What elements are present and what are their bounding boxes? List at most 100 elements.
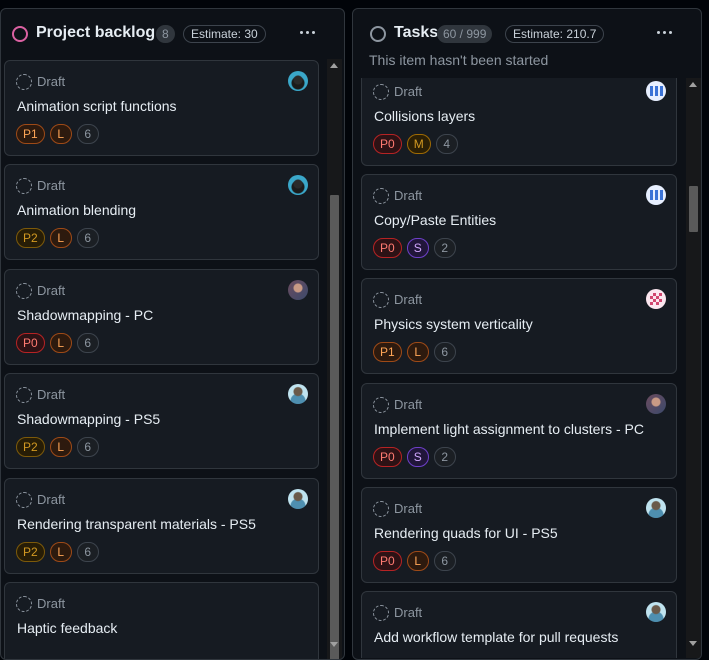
card-title[interactable]: Add workflow template for pull requests (374, 629, 618, 645)
card[interactable]: Draft Rendering quads for UI - PS5 P0 L 6 (361, 486, 677, 583)
estimate-label[interactable]: 4 (435, 134, 458, 154)
scrollbar-thumb[interactable] (330, 195, 339, 659)
priority-label[interactable]: P2 (16, 541, 45, 562)
assignee-avatar[interactable] (646, 81, 666, 101)
card[interactable]: Draft Animation script functions P1 L 6 (4, 60, 319, 156)
card[interactable]: Draft Collisions layers P0 M 4 (361, 78, 677, 166)
card-labels: P1 L 6 (16, 124, 99, 144)
draft-status-icon (16, 387, 32, 404)
draft-status-icon (373, 500, 389, 517)
scrollbar-thumb[interactable] (689, 186, 698, 232)
priority-label[interactable]: P0 (373, 134, 402, 154)
card[interactable]: Draft Shadowmapping - PC P0 L 6 (4, 268, 319, 365)
draft-status-icon (16, 596, 32, 612)
estimate-label[interactable]: 6 (76, 332, 99, 353)
scroll-up-arrow-icon[interactable] (330, 63, 338, 68)
scroll-down-arrow-icon[interactable] (330, 642, 338, 647)
estimate-label[interactable]: 6 (433, 342, 456, 363)
scrollbar[interactable] (686, 78, 701, 658)
column-header: Project backlog 8 Estimate: 30 (1, 9, 344, 59)
assignee-avatar[interactable] (646, 393, 666, 414)
card[interactable]: Draft Physics system verticality P1 L 6 (361, 278, 677, 375)
estimate-label[interactable]: 2 (433, 238, 456, 259)
draft-status-icon (16, 491, 32, 508)
card[interactable]: Draft Shadowmapping - PS5 P2 L 6 (4, 373, 319, 470)
card[interactable]: Draft Rendering transparent materials - P… (4, 477, 319, 574)
column-more-options-icon[interactable] (293, 22, 321, 42)
draft-status-icon (373, 84, 389, 100)
card[interactable]: Draft Copy/Paste Entities P0 S 2 (361, 174, 677, 271)
column-project-backlog: Project backlog 8 Estimate: 30 Draft Anim… (0, 8, 345, 660)
card-title[interactable]: Haptic feedback (17, 620, 117, 636)
draft-status-label: Draft (37, 491, 66, 507)
draft-status-icon (373, 188, 389, 205)
size-label[interactable]: L (406, 550, 429, 571)
size-label[interactable]: L (49, 541, 72, 562)
card-title[interactable]: Physics system verticality (374, 316, 533, 332)
assignee-avatar[interactable] (288, 488, 308, 509)
size-label[interactable]: L (49, 332, 72, 353)
draft-status-icon (16, 282, 32, 299)
priority-label[interactable]: P1 (16, 124, 45, 144)
assignee-avatar[interactable] (646, 497, 666, 518)
draft-status-label: Draft (37, 596, 66, 611)
card-labels: P0 M 4 (373, 134, 458, 154)
estimate-label[interactable]: 6 (76, 124, 99, 144)
draft-status-label: Draft (394, 84, 423, 99)
card-title[interactable]: Animation script functions (17, 98, 177, 114)
item-count-badge: 60 / 999 (437, 25, 493, 43)
card-title[interactable]: Collisions layers (374, 108, 475, 124)
estimate-badge: Estimate: 30 (183, 25, 266, 43)
draft-status-icon (373, 396, 389, 413)
draft-status-icon (16, 74, 32, 90)
assignee-avatar[interactable] (288, 384, 308, 405)
card-title[interactable]: Rendering quads for UI - PS5 (374, 525, 558, 541)
card-title[interactable]: Animation blending (17, 202, 136, 218)
card[interactable]: Draft Animation blending P2 L 6 (4, 164, 319, 261)
scroll-down-arrow-icon[interactable] (689, 641, 697, 646)
status-circle-icon (12, 26, 28, 42)
card[interactable]: Draft Haptic feedback (4, 582, 319, 659)
priority-label[interactable]: P0 (373, 446, 402, 467)
priority-label[interactable]: P0 (373, 238, 402, 259)
size-label[interactable]: L (406, 342, 429, 363)
card-labels: P0 L 6 (16, 332, 99, 353)
assignee-avatar[interactable] (288, 279, 308, 300)
size-label[interactable]: S (406, 238, 429, 259)
draft-status-label: Draft (394, 188, 423, 204)
priority-label[interactable]: P2 (16, 228, 45, 249)
card-list: Draft Collisions layers P0 M 4 Draft Copy/Past… (361, 78, 677, 658)
card-labels: P1 L 6 (373, 342, 456, 363)
assignee-avatar[interactable] (646, 602, 666, 622)
size-label[interactable]: M (406, 134, 431, 154)
size-label[interactable]: L (49, 228, 72, 249)
card-title[interactable]: Rendering transparent materials - PS5 (17, 516, 256, 532)
card-title[interactable]: Copy/Paste Entities (374, 212, 496, 228)
column-more-options-icon[interactable] (650, 22, 678, 42)
estimate-label[interactable]: 2 (433, 446, 456, 467)
assignee-avatar[interactable] (288, 175, 308, 196)
card-title[interactable]: Implement light assignment to clusters -… (374, 421, 644, 437)
size-label[interactable]: S (406, 446, 429, 467)
card-title[interactable]: Shadowmapping - PS5 (17, 411, 160, 427)
card-labels: P0 S 2 (373, 238, 456, 259)
assignee-avatar[interactable] (288, 71, 308, 91)
estimate-label[interactable]: 6 (76, 228, 99, 249)
size-label[interactable]: L (49, 437, 72, 458)
priority-label[interactable]: P2 (16, 437, 45, 458)
assignee-avatar[interactable] (646, 185, 666, 206)
card-title[interactable]: Shadowmapping - PC (17, 307, 153, 323)
estimate-label[interactable]: 6 (433, 550, 456, 571)
column-header: Tasks 60 / 999 Estimate: 210.7 This item… (353, 9, 701, 79)
scrollbar[interactable] (327, 59, 342, 659)
size-label[interactable]: L (49, 124, 72, 144)
estimate-label[interactable]: 6 (76, 437, 99, 458)
estimate-label[interactable]: 6 (76, 541, 99, 562)
assignee-avatar[interactable] (646, 289, 666, 310)
scroll-up-arrow-icon[interactable] (689, 82, 697, 87)
priority-label[interactable]: P1 (373, 342, 402, 363)
card[interactable]: Draft Implement light assignment to clust… (361, 382, 677, 479)
card[interactable]: Draft Add workflow template for pull requ… (361, 591, 677, 658)
priority-label[interactable]: P0 (16, 332, 45, 353)
priority-label[interactable]: P0 (373, 550, 402, 571)
